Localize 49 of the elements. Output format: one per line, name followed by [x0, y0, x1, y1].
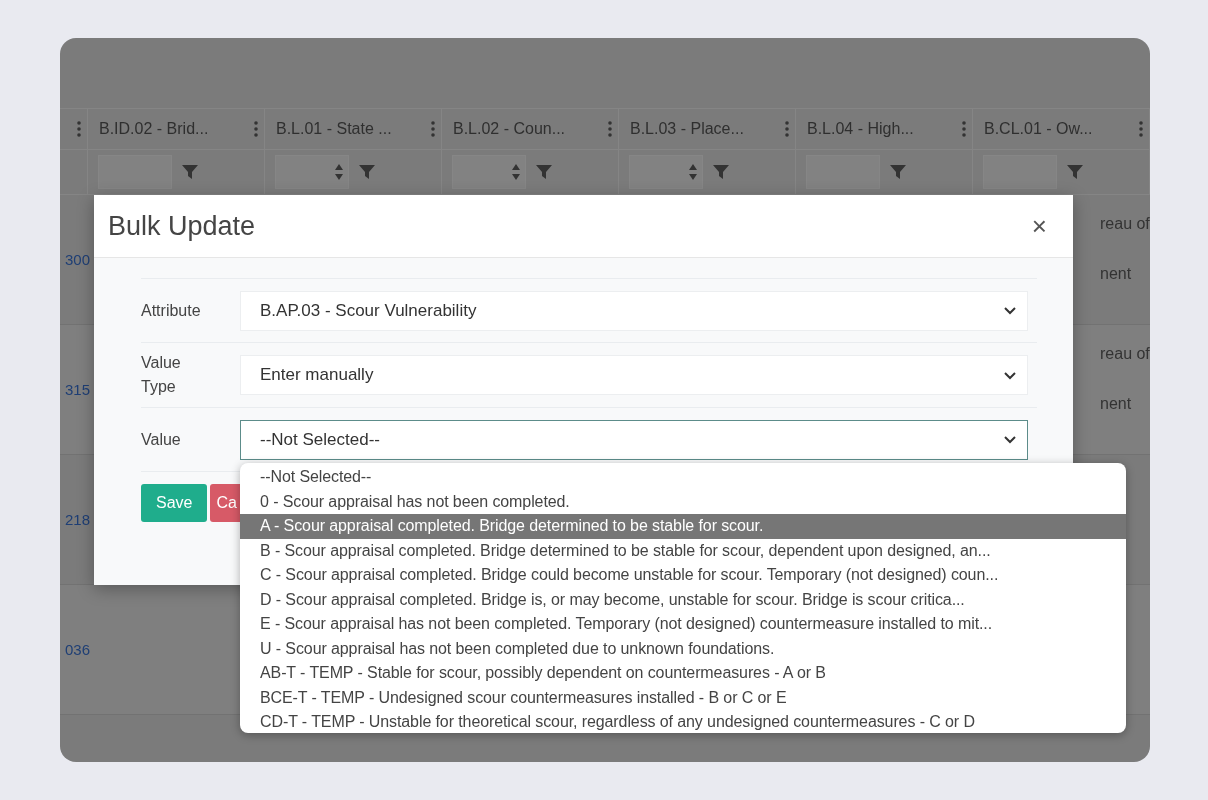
dropdown-option[interactable]: U - Scour appraisal has not been completed due to unknown foundations.	[240, 636, 1126, 661]
filter-icon[interactable]	[713, 165, 729, 179]
column-title: B.L.03 - Place...	[630, 120, 744, 138]
select-field[interactable]: Enter manually	[240, 355, 1028, 395]
column-title: B.CL.01 - Ow...	[984, 120, 1093, 138]
spinner-icon[interactable]	[511, 162, 521, 182]
spinner-icon[interactable]	[334, 162, 344, 182]
table-cell: reau of	[1100, 345, 1150, 363]
select-field[interactable]: B.AP.03 - Scour Vulnerability	[240, 290, 1028, 331]
filter-icon[interactable]	[182, 165, 198, 179]
dropdown-option[interactable]: C - Scour appraisal completed. Bridge could become unstable for scour. Temporary (not designed) coun...	[240, 563, 1126, 588]
filter-icon[interactable]	[1067, 165, 1083, 179]
filter-input[interactable]	[452, 155, 526, 189]
column-title: B.L.01 - State ...	[276, 120, 392, 138]
chevron-down-icon	[1003, 306, 1017, 315]
table-cell: reau of	[1100, 215, 1150, 233]
filter-input[interactable]	[275, 155, 349, 189]
dropdown-option[interactable]: BCE-T - TEMP - Undesigned scour countermeasures installed - B or C or E	[240, 685, 1126, 710]
column-title: B.L.02 - Coun...	[453, 120, 566, 138]
more-icon[interactable]	[962, 121, 966, 137]
more-icon[interactable]	[1139, 121, 1143, 137]
chevron-down-icon	[1003, 435, 1017, 444]
dialog-title: Bulk Update	[108, 210, 256, 242]
filter-icon[interactable]	[890, 165, 906, 179]
dropdown-option[interactable]: A - Scour appraisal completed. Bridge determined to be stable for scour.	[240, 514, 1126, 539]
more-icon[interactable]	[254, 121, 258, 137]
column-title: B.ID.02 - Brid...	[99, 120, 209, 138]
chevron-down-icon	[1003, 370, 1017, 380]
dropdown-option[interactable]: CD-T - TEMP - Unstable for theoretical scour, regardless of any undesigned countermeasures - C or D	[240, 710, 1126, 733]
dropdown-option[interactable]: B - Scour appraisal completed. Bridge determined to be stable for scour, dependent upon designed, an...	[240, 538, 1126, 563]
table-cell-text: nent	[1100, 265, 1133, 283]
select-field[interactable]: --Not Selected--	[240, 419, 1028, 460]
field-label: Value	[141, 429, 182, 450]
more-icon[interactable]	[431, 121, 435, 137]
filter-icon[interactable]	[536, 165, 552, 179]
filter-icon[interactable]	[359, 165, 375, 179]
field-label: Value Type	[141, 353, 182, 397]
dropdown-option[interactable]: AB-T - TEMP - Stable for scour, possibly dependent on countermeasures - A or B	[240, 661, 1126, 686]
dropdown-option[interactable]: D - Scour appraisal completed. Bridge is, or may become, unstable for scour. Bridge is scour critica...	[240, 587, 1126, 612]
field-label: Attribute	[141, 300, 201, 321]
column-title: B.L.04 - High...	[807, 120, 914, 138]
close-button[interactable]: ×	[1031, 213, 1047, 239]
filter-input[interactable]	[629, 155, 703, 189]
more-icon[interactable]	[77, 121, 81, 137]
more-icon[interactable]	[608, 121, 612, 137]
dropdown-option[interactable]: E - Scour appraisal has not been completed. Temporary (not designed) countermeasure installed to mit...	[240, 612, 1126, 637]
spinner-icon[interactable]	[688, 162, 698, 182]
more-icon[interactable]	[785, 121, 789, 137]
table-cell-text: nent	[1100, 395, 1133, 413]
